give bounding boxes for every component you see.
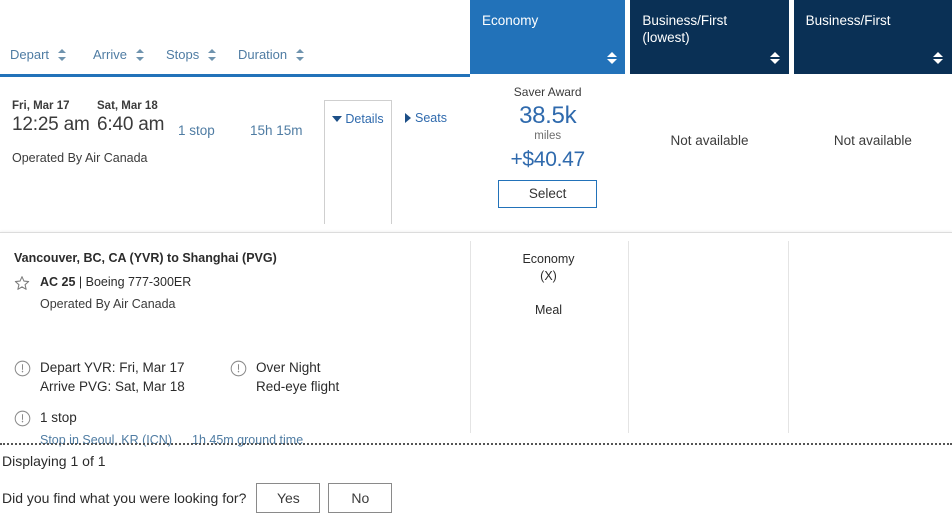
seats-toggle-button[interactable]: Seats bbox=[405, 111, 447, 125]
award-type-label: Saver Award bbox=[513, 85, 582, 99]
flight-number: AC 25 bbox=[40, 275, 76, 289]
feedback-yes-button[interactable]: Yes bbox=[256, 483, 321, 513]
details-divider bbox=[628, 241, 629, 433]
sort-updown-icon bbox=[57, 48, 67, 62]
sort-control-duration-label: Duration bbox=[238, 47, 288, 63]
sort-updown-icon bbox=[295, 48, 305, 62]
details-toggle-button[interactable]: Details bbox=[324, 100, 392, 224]
award-miles-value: 38.5k bbox=[519, 102, 577, 129]
feedback-no-button[interactable]: No bbox=[328, 483, 393, 513]
sort-updown-icon bbox=[135, 48, 145, 62]
fare-cell-economy: Saver Award 38.5k miles +$40.47 Select bbox=[470, 77, 625, 224]
feedback-prompt: Did you find what you were looking for? … bbox=[2, 483, 400, 513]
exclamation-circle-icon bbox=[14, 410, 31, 427]
sort-updown-icon[interactable] bbox=[770, 50, 781, 66]
flight-number-and-aircraft: AC 25 | Boeing 777-300ER bbox=[40, 275, 191, 289]
footer-divider bbox=[0, 443, 952, 445]
stops-link[interactable]: 1 stop bbox=[178, 123, 215, 138]
exclamation-circle-icon bbox=[14, 360, 31, 377]
fare-header-business-first-label: Business/First bbox=[805, 13, 891, 28]
cabin-info: Economy (X) Meal bbox=[470, 251, 627, 319]
overnight-info: Over Night Red-eye flight bbox=[230, 358, 339, 396]
exclamation-circle-icon bbox=[230, 360, 247, 377]
depart-cell: Fri, Mar 17 12:25 am bbox=[12, 99, 90, 137]
star-alliance-icon bbox=[14, 275, 30, 291]
depart-date: Fri, Mar 17 bbox=[12, 100, 70, 112]
fare-header-economy-label: Economy bbox=[482, 13, 539, 28]
fare-unavailable-label: Not available bbox=[833, 133, 912, 148]
fare-cells: Saver Award 38.5k miles +$40.47 Select N… bbox=[470, 77, 952, 224]
feedback-question: Did you find what you were looking for? bbox=[2, 490, 247, 506]
stops-count-label: 1 stop bbox=[40, 410, 77, 425]
sort-control-arrive-label: Arrive bbox=[93, 47, 127, 63]
depart-arrive-info: Depart YVR: Fri, Mar 17 Arrive PVG: Sat,… bbox=[14, 358, 185, 396]
chevron-right-icon bbox=[405, 112, 411, 123]
sort-control-duration[interactable]: Duration bbox=[238, 46, 305, 62]
flight-results-page: Economy Business/First (lowest) Business… bbox=[0, 0, 952, 523]
cabin-code: (X) bbox=[540, 269, 557, 283]
sort-control-depart-label: Depart bbox=[10, 47, 50, 63]
fare-header-business-first[interactable]: Business/First bbox=[793, 0, 952, 74]
sort-control-depart[interactable]: Depart bbox=[10, 46, 67, 62]
aircraft-type: Boeing 777-300ER bbox=[85, 275, 192, 289]
sort-updown-icon[interactable] bbox=[933, 50, 944, 66]
arrive-date: Sat, Mar 18 bbox=[97, 100, 158, 112]
route-title: Vancouver, BC, CA (YVR) to Shanghai (PVG… bbox=[14, 251, 277, 265]
sort-control-arrive[interactable]: Arrive bbox=[93, 46, 145, 62]
meal-label: Meal bbox=[534, 303, 563, 317]
details-divider bbox=[788, 241, 789, 433]
flight-details-panel: Vancouver, BC, CA (YVR) to Shanghai (PVG… bbox=[0, 232, 952, 447]
award-miles-unit: miles bbox=[534, 130, 562, 142]
fare-header-business-first-lowest-sublabel: (lowest) bbox=[642, 30, 690, 45]
arrive-info-line: Arrive PVG: Sat, Mar 18 bbox=[40, 379, 185, 394]
overnight-label: Over Night bbox=[256, 360, 321, 375]
details-toggle-label: Details bbox=[345, 112, 384, 126]
flight-result-row: Fri, Mar 17 12:25 am Sat, Mar 18 6:40 am… bbox=[0, 77, 952, 224]
sort-bar: Depart Arrive Stops Duration bbox=[0, 46, 470, 74]
sort-updown-icon bbox=[207, 48, 217, 62]
flight-separator: | bbox=[75, 275, 86, 289]
depart-time: 12:25 am bbox=[12, 114, 90, 135]
select-button[interactable]: Select bbox=[497, 180, 598, 208]
fare-header-business-first-lowest-label: Business/First bbox=[642, 13, 728, 28]
award-cash-value: +$40.47 bbox=[510, 148, 585, 171]
fare-column-headers: Economy Business/First (lowest) Business… bbox=[470, 0, 952, 74]
results-count-label: Displaying 1 of 1 bbox=[2, 453, 106, 469]
fare-cell-business-first-lowest: Not available bbox=[630, 77, 788, 224]
depart-info-line: Depart YVR: Fri, Mar 17 bbox=[40, 360, 185, 375]
sort-control-stops[interactable]: Stops bbox=[166, 46, 217, 62]
sort-control-stops-label: Stops bbox=[166, 47, 200, 63]
redeye-label: Red-eye flight bbox=[256, 379, 340, 394]
duration-value: 15h 15m bbox=[250, 123, 303, 138]
stops-info: 1 stop bbox=[14, 408, 77, 427]
operated-by-text: Operated By Air Canada bbox=[12, 151, 148, 165]
seats-toggle-label: Seats bbox=[415, 111, 447, 125]
arrive-time: 6:40 am bbox=[97, 114, 165, 135]
sort-updown-icon[interactable] bbox=[606, 50, 617, 66]
chevron-down-icon bbox=[332, 115, 343, 122]
fare-unavailable-label: Not available bbox=[670, 133, 749, 148]
fare-header-economy[interactable]: Economy bbox=[470, 0, 626, 74]
fare-header-business-first-lowest[interactable]: Business/First (lowest) bbox=[630, 0, 789, 74]
arrive-cell: Sat, Mar 18 6:40 am bbox=[97, 99, 164, 137]
fare-cell-business-first: Not available bbox=[794, 77, 952, 224]
cabin-name: Economy bbox=[522, 252, 575, 266]
details-operated-by: Operated By Air Canada bbox=[40, 297, 176, 311]
